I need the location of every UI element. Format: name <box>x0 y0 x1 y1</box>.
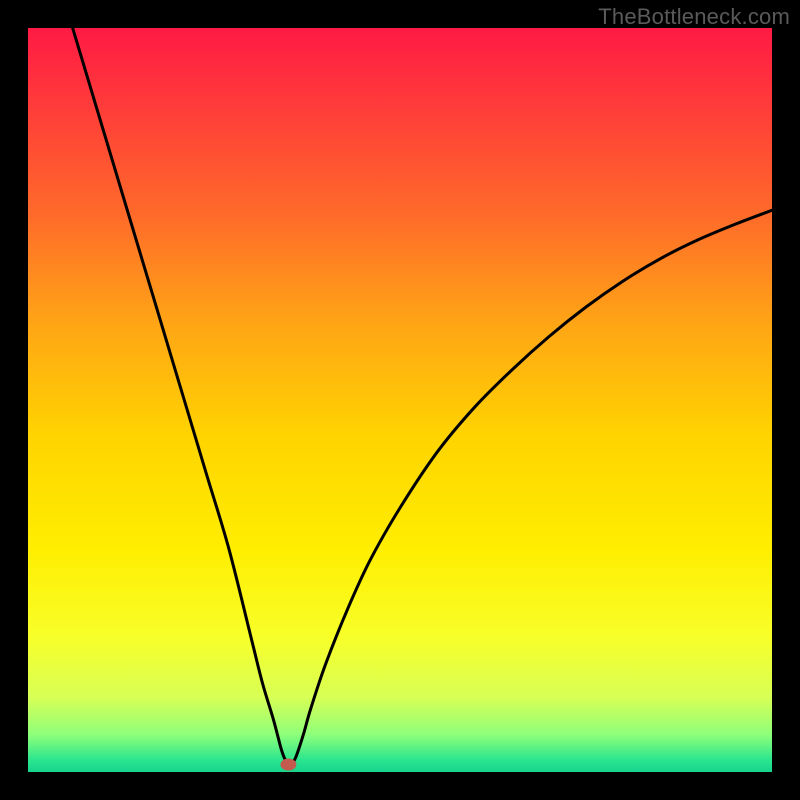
plot-area <box>28 28 772 772</box>
optimum-marker <box>280 759 296 771</box>
chart-frame: TheBottleneck.com <box>0 0 800 800</box>
chart-svg <box>28 28 772 772</box>
gradient-background <box>28 28 772 772</box>
attribution-label: TheBottleneck.com <box>598 4 790 30</box>
